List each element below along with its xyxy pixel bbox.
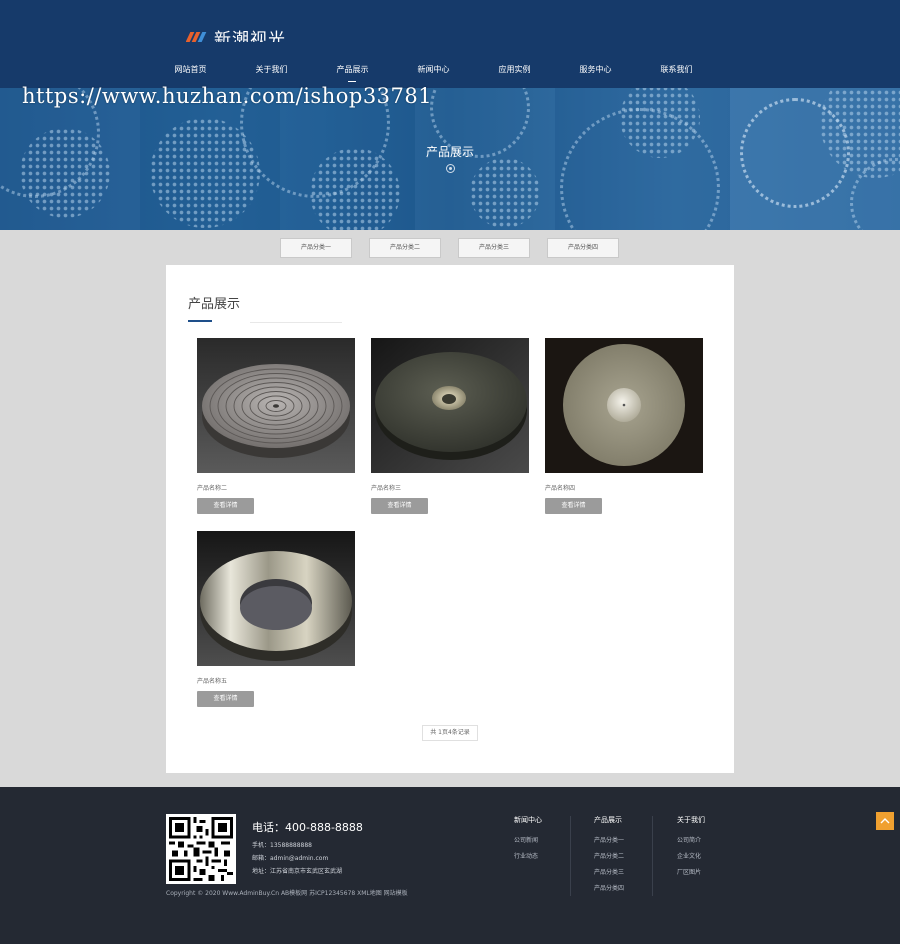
perforated-disc-graphic (470, 158, 540, 228)
qr-code-icon (166, 814, 236, 884)
site-header: 新潮视光 网站首页 关于我们 产品展示 新闻中心 应用实例 服务中心 联系我们 (0, 0, 900, 88)
footer-column-title[interactable]: 产品展示 (594, 815, 624, 825)
banner-title: 产品展示 (425, 145, 474, 159)
section-title: 产品展示 (188, 297, 241, 312)
footer-column-title[interactable]: 新闻中心 (514, 815, 542, 825)
back-to-top-button[interactable] (876, 812, 894, 830)
footer-link[interactable]: 产品分类三 (594, 867, 624, 876)
arrow-up-icon (880, 818, 890, 824)
footer-link[interactable]: 公司简介 (677, 835, 705, 844)
nav-item-about[interactable]: 关于我们 (231, 60, 312, 80)
footer-mobile: 手机：13588888888 (252, 842, 312, 849)
nav-item-service[interactable]: 服务中心 (555, 60, 636, 80)
footer-phone: 电话：400-888-8888 (252, 821, 363, 834)
footer-address: 地址：江苏省南京市玄武区玄武湖 (252, 868, 343, 875)
logo-text: 新潮视光 (214, 30, 286, 42)
footer-column-about: 关于我们 公司简介 企业文化 厂区图片 (677, 815, 705, 883)
product-image-spiral-disc[interactable] (197, 338, 355, 473)
footer-column-news: 新闻中心 公司新闻 行业动态 (514, 815, 542, 867)
perforated-disc-graphic (20, 128, 110, 218)
site-logo[interactable]: 新潮视光 (186, 22, 286, 42)
footer-link[interactable]: 公司新闻 (514, 835, 542, 844)
banner-indicator-icon[interactable] (446, 164, 455, 173)
site-footer: 电话：400-888-8888 手机：13588888888 邮箱：admin@… (0, 787, 900, 944)
product-card: 产品名称三 查看详情 (371, 338, 529, 514)
view-details-button[interactable]: 查看详情 (197, 691, 254, 707)
nav-item-home[interactable]: 网站首页 (150, 60, 231, 80)
product-name[interactable]: 产品名称四 (545, 483, 703, 492)
category-tab-4[interactable]: 产品分类四 (547, 238, 619, 258)
product-image-silver-disc[interactable] (545, 338, 703, 473)
product-name[interactable]: 产品名称五 (197, 676, 355, 685)
category-tab-2[interactable]: 产品分类二 (369, 238, 441, 258)
footer-divider (652, 816, 653, 896)
footer-link[interactable]: 产品分类一 (594, 835, 624, 844)
footer-link[interactable]: 行业动态 (514, 851, 542, 860)
product-card: 产品名称四 查看详情 (545, 338, 703, 514)
watermark-url: https://www.huzhan.com/ishop33781 (22, 84, 433, 108)
title-accent-line (188, 320, 212, 322)
nav-item-cases[interactable]: 应用实例 (474, 60, 555, 80)
category-tab-3[interactable]: 产品分类三 (458, 238, 530, 258)
footer-column-products: 产品展示 产品分类一 产品分类二 产品分类三 产品分类四 (594, 815, 624, 899)
nav-item-contact[interactable]: 联系我们 (636, 60, 717, 80)
footer-divider (570, 816, 571, 896)
footer-link[interactable]: 产品分类四 (594, 883, 624, 892)
footer-link[interactable]: 产品分类二 (594, 851, 624, 860)
product-image-metal-ring[interactable] (197, 531, 355, 666)
product-card: 产品名称五 查看详情 (197, 531, 355, 707)
pagination-info: 共 1页4条记录 (422, 725, 478, 741)
product-image-dark-disc[interactable] (371, 338, 529, 473)
footer-column-title[interactable]: 关于我们 (677, 815, 705, 825)
footer-link[interactable]: 企业文化 (677, 851, 705, 860)
footer-email: 邮箱：admin@admin.com (252, 855, 329, 862)
view-details-button[interactable]: 查看详情 (197, 498, 254, 514)
footer-copyright: Copyright © 2020 Www.AdminBuy.Cn AB模板网 苏… (166, 890, 408, 897)
nav-item-products[interactable]: 产品展示 (312, 60, 393, 82)
perforated-disc-graphic (310, 148, 400, 230)
product-name[interactable]: 产品名称三 (371, 483, 529, 492)
nav-item-news[interactable]: 新闻中心 (393, 60, 474, 80)
title-divider (250, 322, 342, 323)
category-tab-1[interactable]: 产品分类一 (280, 238, 352, 258)
main-nav: 网站首页 关于我们 产品展示 新闻中心 应用实例 服务中心 联系我们 (150, 60, 750, 82)
product-card: 产品名称二 查看详情 (197, 338, 355, 514)
view-details-button[interactable]: 查看详情 (371, 498, 428, 514)
product-name[interactable]: 产品名称二 (197, 483, 355, 492)
product-list-card: 产品展示 产品名称二 查看详情 产品名称三 查看详情 产品名称四 查看详情 产品… (166, 265, 734, 773)
footer-link[interactable]: 厂区图片 (677, 867, 705, 876)
logo-mark-icon (186, 30, 208, 42)
view-details-button[interactable]: 查看详情 (545, 498, 602, 514)
